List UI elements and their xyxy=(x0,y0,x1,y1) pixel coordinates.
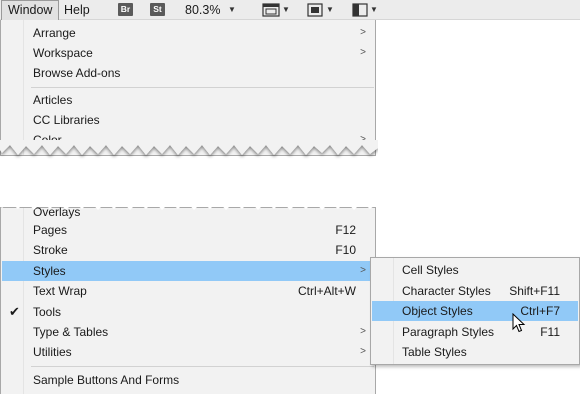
menu-item-label: Styles xyxy=(33,264,66,278)
submenu-item-paragraph-styles[interactable]: Paragraph Styles F11 xyxy=(372,322,578,342)
menu-item-label: Stroke xyxy=(33,243,68,257)
menu-help[interactable]: Help xyxy=(58,0,96,20)
window-menu-top: Arrange > Workspace > Browse Add-ons Art… xyxy=(0,20,376,156)
menu-item-styles[interactable]: Styles > xyxy=(2,261,374,281)
submenu-item-shortcut: Shift+F11 xyxy=(509,284,560,298)
menu-item-label: Tools xyxy=(33,305,62,319)
submenu-item-label: Table Styles xyxy=(402,345,467,359)
view-options-dropdown-icon[interactable]: ▼ xyxy=(282,0,290,20)
bridge-badge-icon[interactable]: Br xyxy=(118,3,133,16)
menu-item-label: Type & Tables xyxy=(33,325,109,339)
submenu-item-shortcut: Ctrl+F7 xyxy=(520,304,560,318)
checkmark-icon: ✔ xyxy=(9,304,20,319)
menu-item-label: Pages xyxy=(33,223,68,237)
submenu-item-label: Object Styles xyxy=(402,304,473,318)
submenu-arrow-icon: > xyxy=(360,346,366,357)
menu-item-tools[interactable]: ✔ Tools xyxy=(2,302,374,322)
menu-window[interactable]: Window xyxy=(1,0,60,21)
submenu-item-table-styles[interactable]: Table Styles xyxy=(372,342,578,362)
zoom-dropdown-icon[interactable]: ▼ xyxy=(228,0,236,20)
menu-item-shortcut: F10 xyxy=(335,243,356,257)
stock-badge-icon[interactable]: St xyxy=(150,3,165,16)
menu-item-label: Articles xyxy=(33,93,73,107)
menu-item-arrange[interactable]: Arrange > xyxy=(2,23,374,43)
menu-item-sample-buttons-forms[interactable]: Sample Buttons And Forms xyxy=(2,370,374,390)
menu-bar: Window Help Br St 80.3% ▼ ▼ ▼ ▼ xyxy=(0,0,580,21)
menu-item-text-wrap[interactable]: Text Wrap Ctrl+Alt+W xyxy=(2,281,374,301)
menu-item-label: Arrange xyxy=(33,26,76,40)
menu-item-articles[interactable]: Articles xyxy=(2,90,374,110)
menu-item-cc-libraries[interactable]: CC Libraries xyxy=(2,110,374,130)
submenu-item-shortcut: F11 xyxy=(540,325,560,339)
screen-mode-dropdown-icon[interactable]: ▼ xyxy=(326,0,334,20)
menu-item-label: Workspace xyxy=(33,46,93,60)
mouse-pointer-icon xyxy=(512,313,526,333)
menu-item-label: Sample Buttons And Forms xyxy=(33,373,180,387)
menu-item-workspace[interactable]: Workspace > xyxy=(2,43,374,63)
menu-separator xyxy=(31,366,374,367)
submenu-arrow-icon: > xyxy=(360,27,366,38)
submenu-item-label: Cell Styles xyxy=(402,263,459,277)
submenu-item-object-styles[interactable]: Object Styles Ctrl+F7 xyxy=(372,301,578,321)
menu-item-stroke[interactable]: Stroke F10 xyxy=(2,240,374,260)
torn-edge-bottom-section xyxy=(0,197,378,210)
submenu-arrow-icon: > xyxy=(360,326,366,337)
submenu-item-cell-styles[interactable]: Cell Styles xyxy=(372,260,578,280)
submenu-arrow-icon: > xyxy=(360,47,366,58)
zoom-level[interactable]: 80.3% xyxy=(185,0,220,20)
menu-item-label: CC Libraries xyxy=(33,113,100,127)
menu-item-utilities[interactable]: Utilities > xyxy=(2,342,374,362)
torn-edge-top-section xyxy=(0,140,378,155)
screen-mode-icon[interactable] xyxy=(307,3,323,17)
styles-submenu: Cell Styles Character Styles Shift+F11 O… xyxy=(370,257,580,365)
view-options-icon[interactable] xyxy=(262,3,280,17)
submenu-item-label: Character Styles xyxy=(402,284,491,298)
menu-item-shortcut: F12 xyxy=(335,223,356,237)
menu-item-label: Utilities xyxy=(33,345,72,359)
menu-separator xyxy=(31,87,374,88)
menu-item-pages[interactable]: Pages F12 xyxy=(2,220,374,240)
menu-item-browse-add-ons[interactable]: Browse Add-ons xyxy=(2,63,374,83)
menu-item-label: Browse Add-ons xyxy=(33,66,121,80)
window-menu-bottom: Overlays Pages F12 Stroke F10 Styles > T… xyxy=(0,205,376,394)
menu-item-shortcut: Ctrl+Alt+W xyxy=(297,284,356,298)
menu-item-label: Text Wrap xyxy=(33,284,87,298)
menu-item-type-tables[interactable]: Type & Tables > xyxy=(2,322,374,342)
submenu-arrow-icon: > xyxy=(360,265,366,276)
submenu-item-label: Paragraph Styles xyxy=(402,325,495,339)
submenu-item-character-styles[interactable]: Character Styles Shift+F11 xyxy=(372,281,578,301)
arrange-documents-dropdown-icon[interactable]: ▼ xyxy=(370,0,378,20)
arrange-documents-icon[interactable] xyxy=(352,3,368,17)
